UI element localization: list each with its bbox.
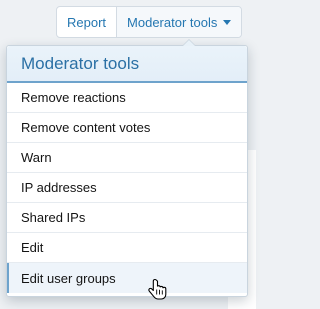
- hand-pointer-cursor-icon: [148, 278, 167, 300]
- menu-item-ip-addresses[interactable]: IP addresses: [7, 173, 247, 203]
- menu-title: Moderator tools: [7, 46, 247, 83]
- menu-item-shared-ips[interactable]: Shared IPs: [7, 203, 247, 233]
- menu-item-edit-user-groups[interactable]: Edit user groups: [7, 263, 247, 293]
- menu-item-remove-reactions[interactable]: Remove reactions: [7, 83, 247, 113]
- moderator-tools-button[interactable]: Moderator tools: [116, 7, 242, 37]
- caret-down-icon: [223, 19, 232, 25]
- menu-pointer-arrow: [182, 39, 196, 46]
- report-button-label: Report: [67, 14, 107, 30]
- menu-item-edit[interactable]: Edit: [7, 233, 247, 263]
- moderator-tools-button-label: Moderator tools: [127, 14, 218, 30]
- moderator-tools-menu: Moderator tools Remove reactions Remove …: [6, 39, 248, 297]
- post-action-buttons: Report Moderator tools: [56, 6, 243, 38]
- report-button[interactable]: Report: [57, 7, 116, 37]
- menu-item-warn[interactable]: Warn: [7, 143, 247, 173]
- menu-item-remove-content-votes[interactable]: Remove content votes: [7, 113, 247, 143]
